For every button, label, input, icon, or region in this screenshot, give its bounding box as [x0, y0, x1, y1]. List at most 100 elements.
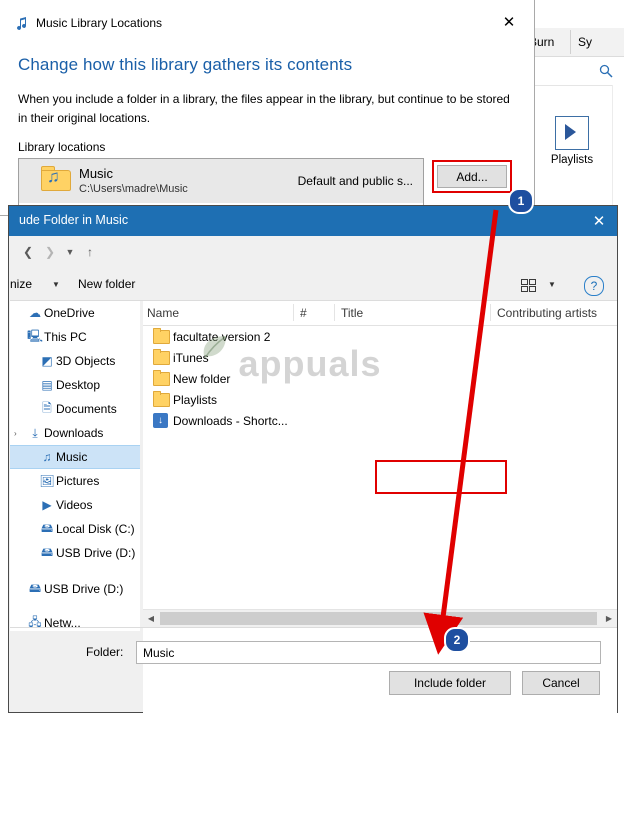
- column-divider[interactable]: [334, 304, 335, 321]
- chevron-down-icon[interactable]: ▼: [548, 280, 556, 289]
- nav-item-label: 3D Objects: [56, 354, 116, 368]
- new-folder-button[interactable]: New folder: [78, 277, 135, 291]
- file-name: facultate version 2: [173, 329, 271, 344]
- usb-drive-icon: 🖴: [40, 544, 54, 559]
- nav-item-local-disk-c[interactable]: 🖴 Local Disk (C:): [10, 517, 140, 541]
- folder-icon: [151, 348, 173, 367]
- file-list[interactable]: facultate version 2 iTunes New folder Pl…: [143, 326, 617, 831]
- videos-icon: ▶: [42, 498, 52, 512]
- nav-item-label: Local Disk (C:): [56, 522, 135, 536]
- nav-item-usb-drive-d-root[interactable]: 🖴 USB Drive (D:): [10, 577, 140, 601]
- music-icon: ♫: [42, 450, 52, 464]
- cloud-icon: ☁: [29, 306, 41, 320]
- nav-item-label: Pictures: [56, 474, 100, 488]
- folder-input[interactable]: Music: [136, 641, 601, 664]
- documents-icon: 🗎: [42, 400, 52, 415]
- nav-item-label: Music: [56, 450, 88, 464]
- nav-item-pictures[interactable]: 🖼 Pictures: [10, 469, 140, 493]
- nav-item-music[interactable]: ♫ Music: [10, 445, 140, 469]
- include-folder-button[interactable]: Include folder: [389, 671, 511, 695]
- folder-field-row: Folder: Music: [10, 638, 617, 668]
- playlists-tile[interactable]: Playlists: [524, 116, 620, 176]
- list-item-status: Default and public s...: [297, 174, 413, 188]
- column-header-title[interactable]: Title: [341, 306, 363, 320]
- list-item[interactable]: facultate version 2: [143, 326, 617, 347]
- nav-item-documents[interactable]: 🗎 Documents: [10, 397, 140, 421]
- list-item[interactable]: iTunes: [143, 347, 617, 368]
- nav-item-3d-objects[interactable]: ◩ 3D Objects: [10, 349, 140, 373]
- file-name: New folder: [173, 371, 231, 386]
- expand-arrow-icon[interactable]: ›: [14, 429, 26, 438]
- navigation-pane[interactable]: ☁ OneDrive 🖳 This PC ◩ 3D Objects ▤ Desktop …: [10, 301, 140, 631]
- horizontal-scrollbar[interactable]: ◀ ▶: [143, 609, 617, 627]
- list-item-text: Music C:\Users\madre\Music: [79, 166, 298, 197]
- step-badge-2: 2: [444, 627, 470, 653]
- pc-icon: 🖳: [26, 328, 43, 343]
- add-button[interactable]: Add...: [437, 165, 507, 188]
- close-icon[interactable]: ✕: [494, 10, 524, 34]
- up-arrow-icon[interactable]: ↑: [80, 242, 100, 262]
- nav-item-label: USB Drive (D:): [56, 546, 136, 560]
- list-item[interactable]: ♫ Music C:\Users\madre\Music Default and…: [19, 159, 423, 203]
- folder-icon: [151, 327, 173, 346]
- playlists-label: Playlists: [550, 154, 594, 166]
- dialog-titlebar: Music Library Locations ✕: [0, 0, 534, 46]
- dialog-description: When you include a folder in a library, …: [18, 92, 510, 125]
- nav-item-downloads[interactable]: › ⤓ Downloads: [10, 421, 140, 445]
- column-header-contributing-artists[interactable]: Contributing artists: [497, 306, 597, 320]
- cancel-button[interactable]: Cancel: [522, 671, 600, 695]
- search-icon[interactable]: [599, 64, 613, 78]
- column-divider[interactable]: [293, 304, 294, 321]
- sort-indicator-icon: [193, 301, 202, 306]
- folder-icon: [151, 369, 173, 388]
- nav-item-this-pc[interactable]: 🖳 This PC: [10, 325, 140, 349]
- nav-item-usb-drive-d[interactable]: 🖴 USB Drive (D:): [10, 541, 140, 565]
- desktop-icon: ▤: [41, 378, 53, 392]
- nav-item-label: OneDrive: [44, 306, 95, 320]
- shortcut-icon: ↓: [151, 412, 173, 430]
- include-folder-dialog: ude Folder in Music ✕ ❮ ❯ ▼ ↑ ♫ This PC …: [8, 205, 618, 831]
- folder-icon: [151, 390, 173, 409]
- help-icon[interactable]: ?: [584, 276, 604, 296]
- nav-item-label: USB Drive (D:): [44, 582, 124, 596]
- usb-drive-icon: 🖴: [28, 580, 42, 595]
- nav-item-label: Downloads: [44, 426, 104, 440]
- scrollbar-thumb[interactable]: [160, 612, 597, 625]
- library-locations-label: Library locations: [18, 140, 106, 154]
- nav-item-desktop[interactable]: ▤ Desktop: [10, 373, 140, 397]
- navigation-bar: ❮ ❯ ▼ ↑ ♫ This PC ❯ Music ❯ ▼ ⟳ Search M…: [10, 236, 617, 294]
- folder-label: Folder:: [86, 645, 124, 659]
- list-item[interactable]: Playlists: [143, 389, 617, 410]
- drive-icon: 🖴: [40, 520, 54, 535]
- divider: [10, 627, 617, 628]
- view-layout-icon[interactable]: [521, 279, 537, 292]
- column-header-number[interactable]: #: [300, 306, 307, 320]
- file-name: Playlists: [173, 392, 218, 407]
- scroll-right-icon[interactable]: ▶: [601, 612, 617, 625]
- tab-sync[interactable]: Sy: [578, 35, 592, 49]
- organize-button[interactable]: nize: [10, 277, 32, 291]
- chevron-down-icon[interactable]: ▼: [60, 242, 80, 262]
- forward-arrow-icon[interactable]: ❯: [40, 242, 60, 262]
- list-item[interactable]: ↓ Downloads - Shortc...: [143, 410, 617, 431]
- play-icon: [555, 116, 589, 150]
- column-header-name[interactable]: Name: [147, 306, 179, 320]
- music-note-icon: [14, 15, 30, 31]
- chevron-down-icon[interactable]: ▼: [52, 280, 60, 289]
- scroll-left-icon[interactable]: ◀: [143, 612, 159, 625]
- column-headers: Name # Title Contributing artists: [143, 301, 617, 326]
- nav-item-label: Desktop: [56, 378, 101, 392]
- toolbar: nize ▼ New folder ▼ ?: [10, 270, 617, 301]
- back-arrow-icon[interactable]: ❮: [18, 242, 38, 262]
- nav-item-onedrive[interactable]: ☁ OneDrive: [10, 301, 140, 325]
- column-divider[interactable]: [490, 304, 491, 321]
- list-item-name: Music: [79, 165, 113, 181]
- nav-item-videos[interactable]: ▶ Videos: [10, 493, 140, 517]
- pictures-icon: 🖼: [39, 474, 55, 488]
- network-icon: 🖧: [28, 614, 42, 629]
- list-item[interactable]: New folder: [143, 368, 617, 389]
- music-folder-icon: ♫: [41, 166, 75, 196]
- music-library-locations-dialog: Music Library Locations ✕ Change how thi…: [0, 0, 535, 216]
- 3d-icon: ◩: [41, 354, 53, 368]
- close-icon[interactable]: ✕: [581, 206, 617, 236]
